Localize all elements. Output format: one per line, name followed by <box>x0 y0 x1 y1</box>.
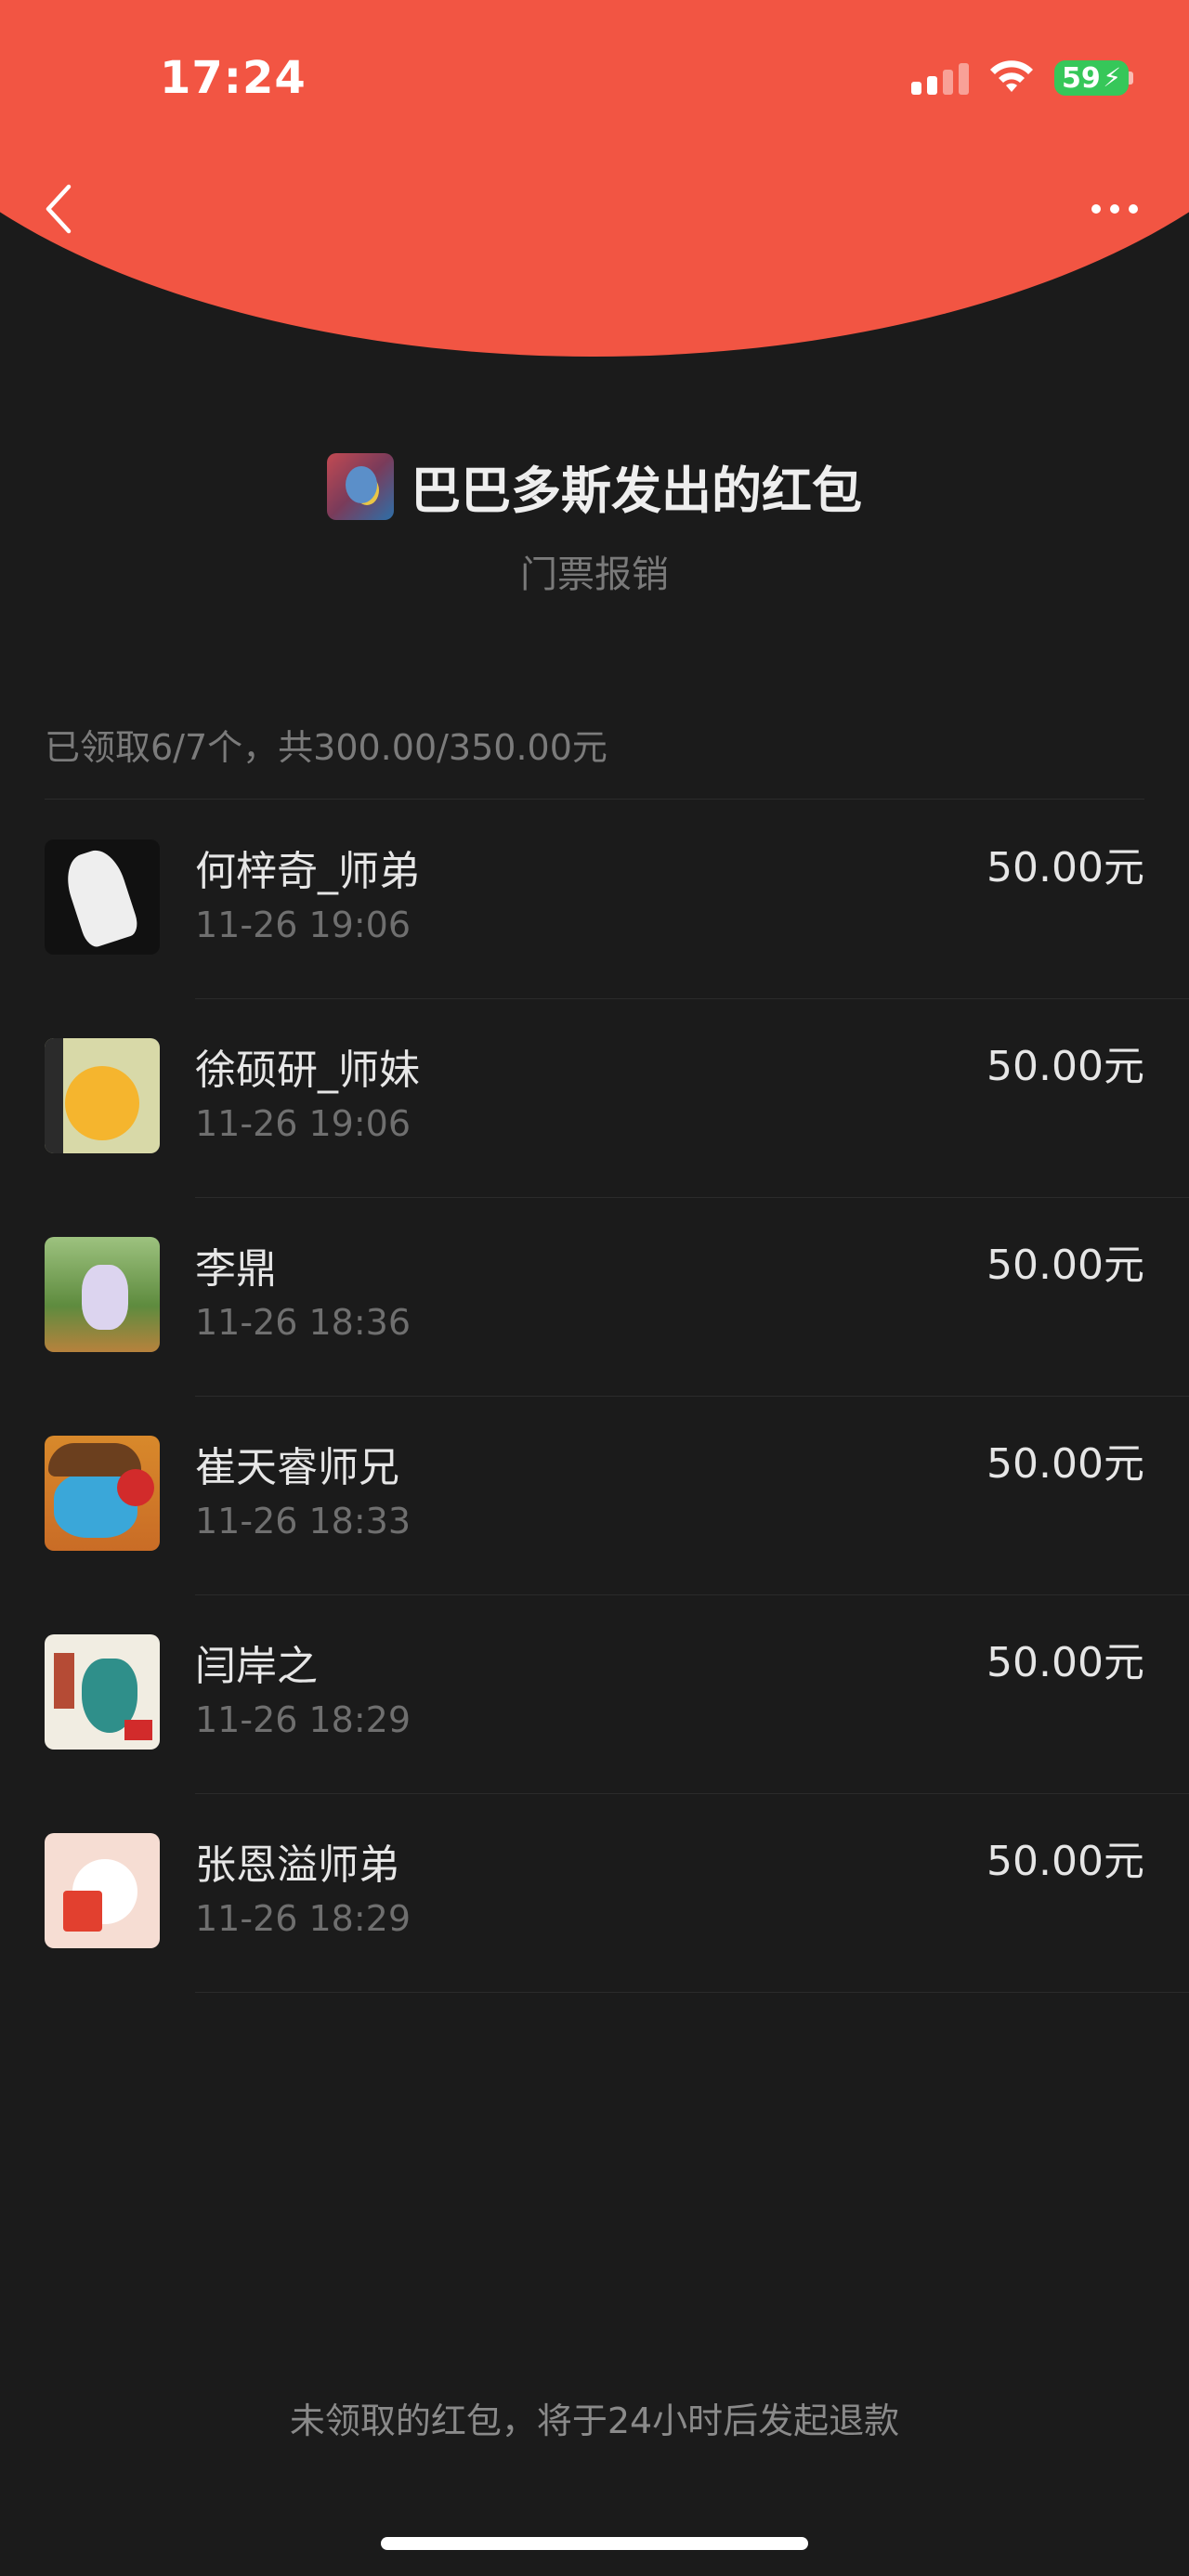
sender-avatar[interactable] <box>327 452 394 520</box>
avatar[interactable] <box>45 1237 160 1352</box>
status-icons: 59 ⚡ <box>911 59 1133 97</box>
claim-amount: 50.00元 <box>986 1440 1144 1488</box>
more-button[interactable] <box>1078 186 1152 232</box>
claim-time: 11-26 18:29 <box>195 1699 412 1740</box>
battery-icon: 59 ⚡ <box>1054 60 1129 96</box>
claim-amount: 50.00元 <box>986 1838 1144 1885</box>
claim-amount: 50.00元 <box>986 844 1144 891</box>
recipient-name: 李鼎 <box>195 1245 277 1293</box>
claim-amount: 50.00元 <box>986 1043 1144 1090</box>
home-indicator[interactable] <box>381 2537 808 2550</box>
list-item[interactable]: 崔天睿师兄 11-26 18:33 50.00元 <box>0 1397 1189 1595</box>
chevron-left-icon <box>46 184 72 234</box>
cellular-signal-icon <box>911 61 969 95</box>
claim-amount: 50.00元 <box>986 1639 1144 1686</box>
charging-bolt-icon: ⚡ <box>1103 62 1121 93</box>
list-item[interactable]: 徐硕研_师妹 11-26 19:06 50.00元 <box>0 999 1189 1198</box>
claim-time: 11-26 19:06 <box>195 1103 412 1144</box>
list-item[interactable]: 何梓奇_师弟 11-26 19:06 50.00元 <box>0 800 1189 999</box>
sender-info: 巴巴多斯发出的红包 <box>0 449 1189 523</box>
claim-amount: 50.00元 <box>986 1242 1144 1289</box>
list-item[interactable]: 闫岸之 11-26 18:29 50.00元 <box>0 1595 1189 1794</box>
avatar[interactable] <box>45 1038 160 1153</box>
avatar[interactable] <box>45 1634 160 1750</box>
status-time: 17:24 <box>160 52 307 104</box>
recipient-name: 张恩溢师弟 <box>195 1841 399 1889</box>
avatar[interactable] <box>45 839 160 955</box>
sender-title: 巴巴多斯发出的红包 <box>411 462 862 520</box>
recipient-name: 闫岸之 <box>195 1643 318 1690</box>
claim-time: 11-26 18:33 <box>195 1501 412 1542</box>
list-item[interactable]: 李鼎 11-26 18:36 50.00元 <box>0 1198 1189 1397</box>
battery-level: 59 <box>1062 61 1101 95</box>
divider <box>45 799 1144 800</box>
header: 17:24 59 ⚡ <box>0 0 1189 357</box>
list-item[interactable]: 张恩溢师弟 11-26 18:29 50.00元 <box>0 1794 1189 1993</box>
claim-time: 11-26 19:06 <box>195 904 412 945</box>
avatar[interactable] <box>45 1436 160 1551</box>
claim-summary: 已领取6/7个，共300.00/350.00元 <box>45 727 608 768</box>
recipient-name: 何梓奇_师弟 <box>195 848 420 895</box>
claim-time: 11-26 18:29 <box>195 1898 412 1939</box>
recipient-name: 徐硕研_师妹 <box>195 1047 420 1094</box>
wifi-icon <box>990 60 1033 92</box>
refund-notice: 未领取的红包，将于24小时后发起退款 <box>289 2400 900 2441</box>
avatar[interactable] <box>45 1833 160 1948</box>
red-packet-message: 门票报销 <box>520 553 669 596</box>
more-icon <box>1091 204 1101 214</box>
recipient-list: 何梓奇_师弟 11-26 19:06 50.00元 徐硕研_师妹 11-26 1… <box>0 800 1189 1993</box>
recipient-name: 崔天睿师兄 <box>195 1444 399 1491</box>
back-button[interactable] <box>35 176 82 241</box>
claim-time: 11-26 18:36 <box>195 1302 412 1343</box>
